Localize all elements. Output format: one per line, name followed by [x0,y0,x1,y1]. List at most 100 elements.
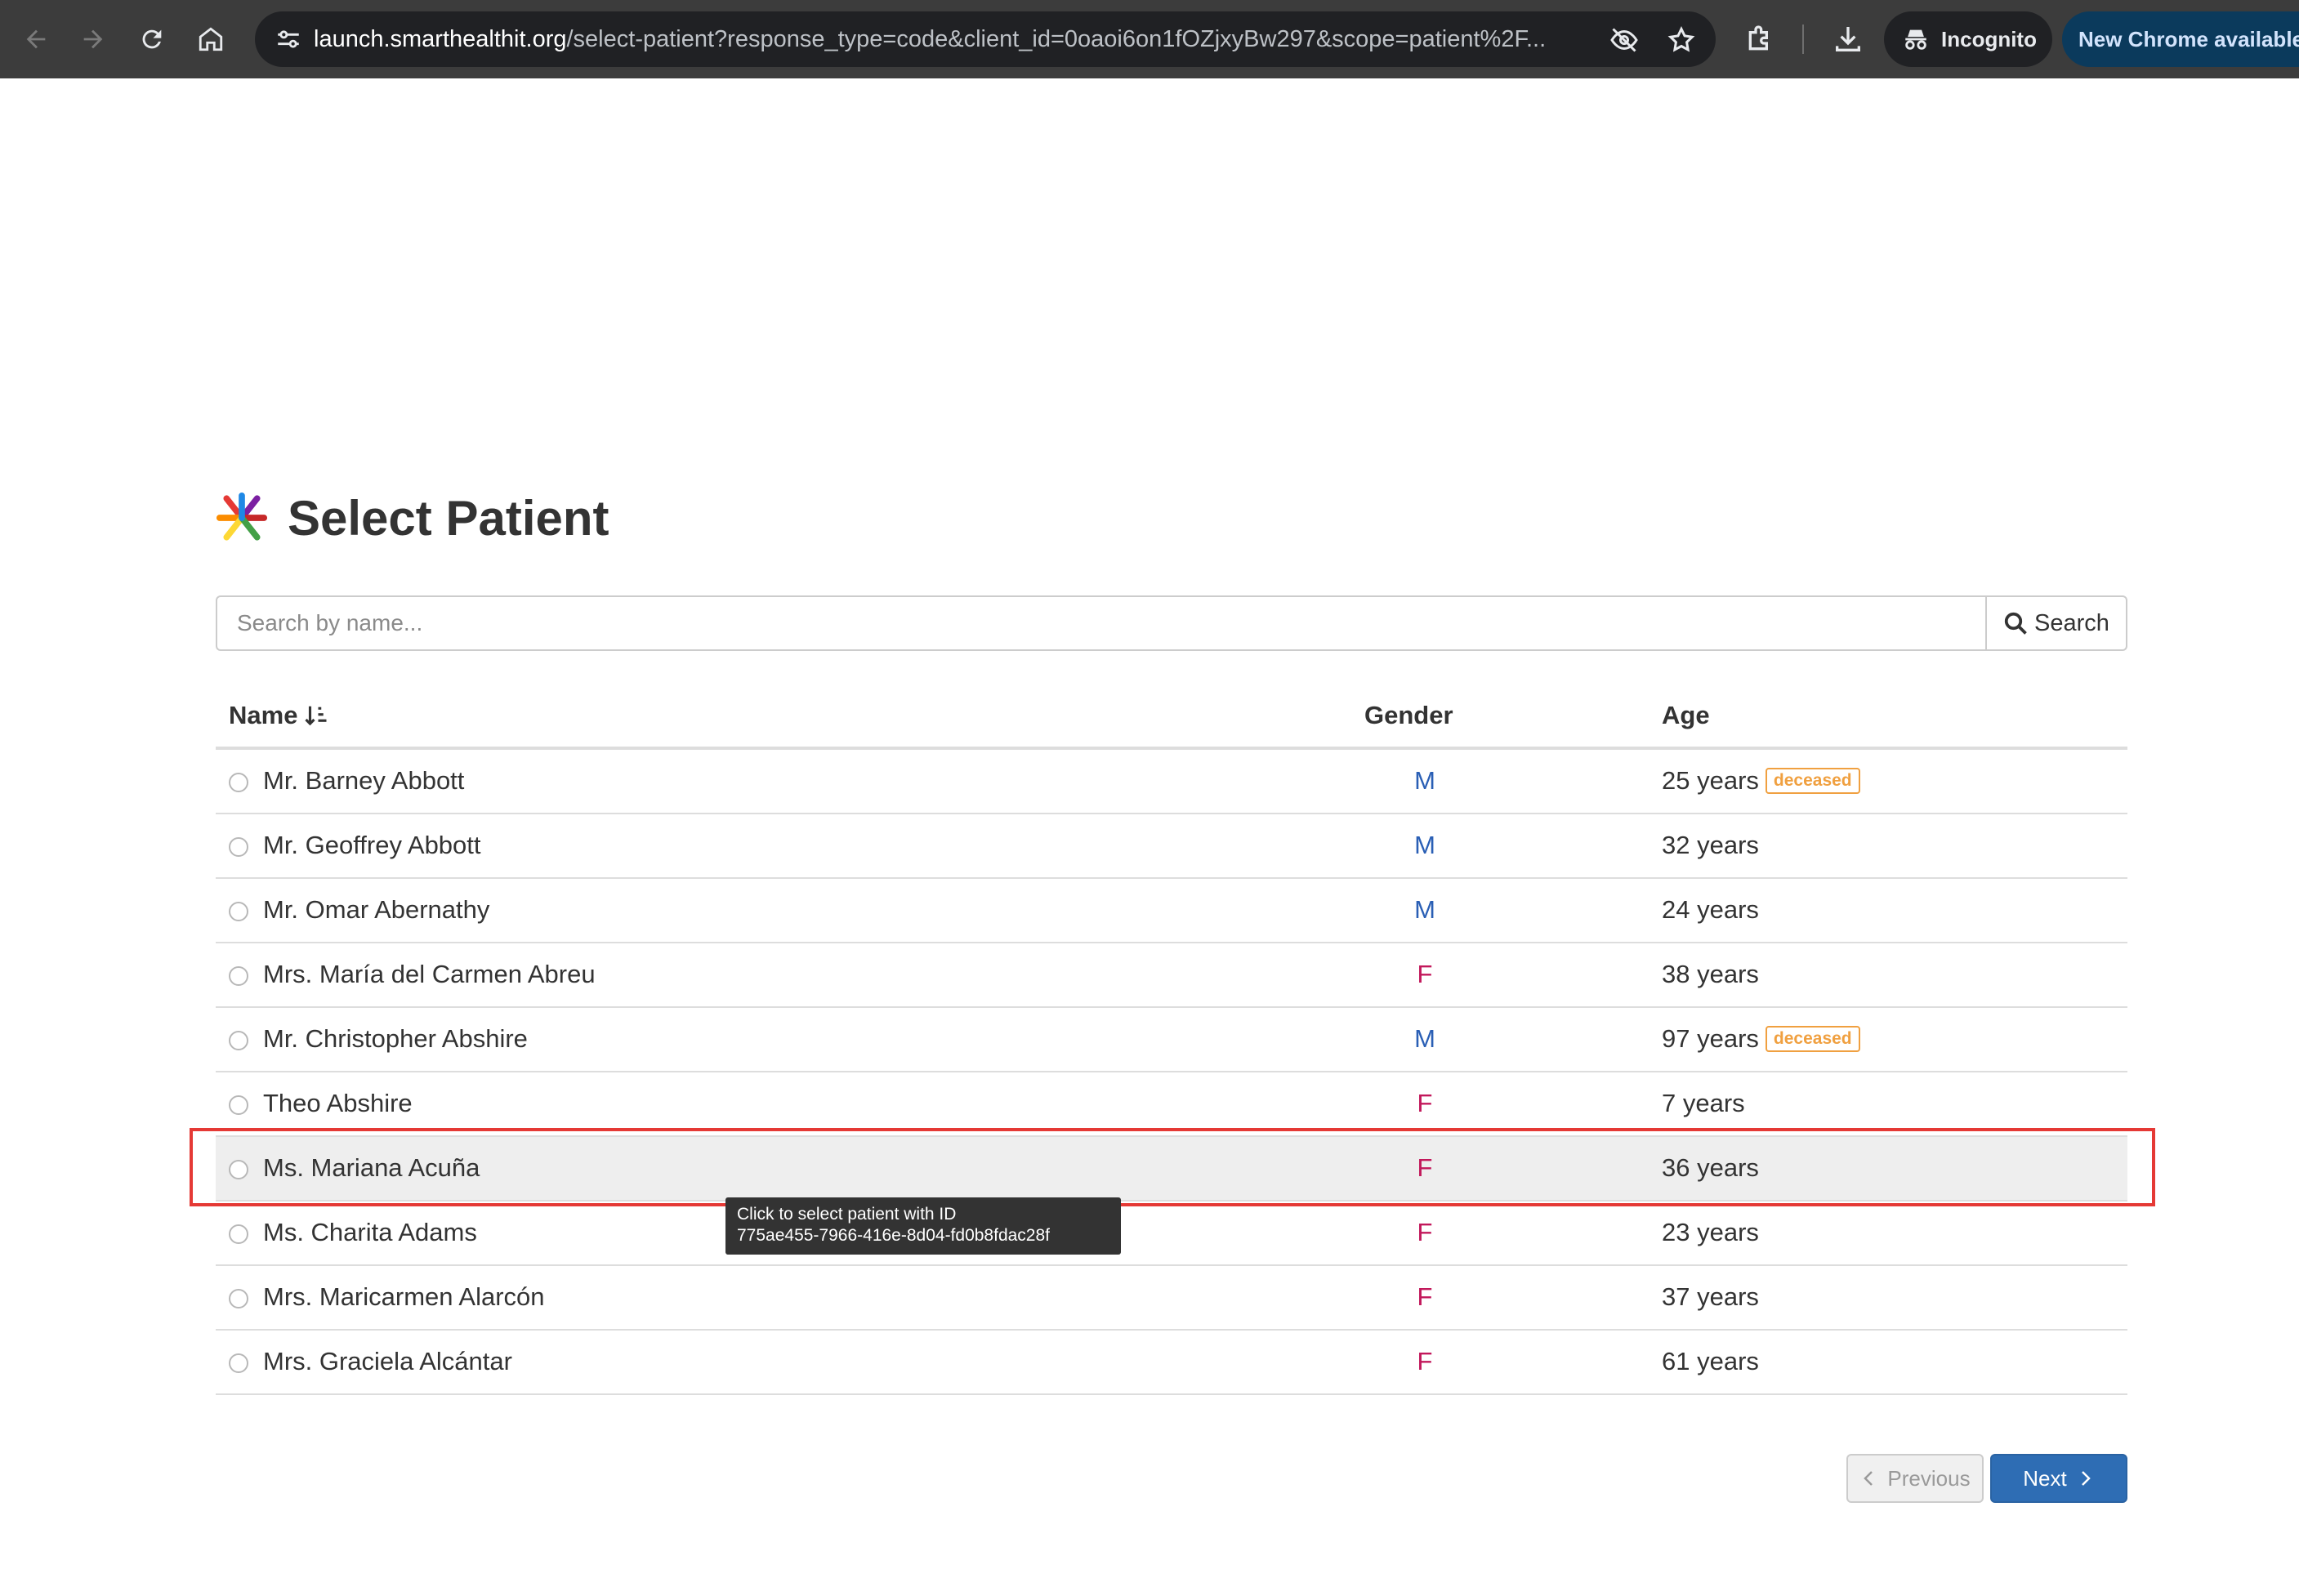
patient-age: 32 years [1662,831,1759,859]
patient-age: 61 years [1662,1347,1759,1375]
table-row[interactable]: Mrs. María del Carmen Abreu F 38 years [216,943,2127,1008]
patient-age-cell: 61 years [1662,1347,1759,1376]
tooltip-line-1: Click to select patient with ID [737,1205,957,1224]
url-host: launch.smarthealthit.org [314,26,567,52]
patient-age-cell: 24 years [1662,895,1759,925]
incognito-indicator[interactable]: Incognito [1884,11,2052,67]
star-icon[interactable] [1667,25,1696,55]
patient-age: 7 years [1662,1089,1745,1117]
column-header-name[interactable]: Name [229,701,328,730]
table-row[interactable]: Mr. Christopher Abshire M 97 years deceased [216,1008,2127,1072]
patient-name: Mrs. Maricarmen Alarcón [263,1282,545,1311]
column-header-name-label: Name [229,701,298,729]
chevron-left-icon [1864,1471,1873,1486]
forward-arrow-icon [83,29,103,49]
reload-button[interactable] [132,20,172,59]
search-button[interactable]: Search [1987,595,2127,651]
sort-icon[interactable] [304,703,328,728]
site-settings-icon[interactable] [275,25,302,53]
table-row[interactable]: Mr. Geoffrey Abbott M 32 years [216,814,2127,879]
patient-age: 25 years [1662,766,1759,795]
download-icon[interactable] [1832,23,1864,56]
table-row[interactable]: Mrs. Graciela Alcántar F 61 years [216,1331,2127,1395]
reload-icon [142,29,162,49]
patient-radio[interactable] [229,1289,248,1308]
patient-age-cell: 7 years [1662,1089,1745,1118]
patient-gender: F [1417,1282,1433,1311]
patient-gender: M [1414,766,1435,795]
patient-radio[interactable] [229,837,248,857]
patient-gender: M [1414,1024,1435,1053]
url-path: /select-patient?response_type=code&clien… [566,26,1547,52]
next-button[interactable]: Next [1990,1454,2127,1503]
patient-age-cell: 32 years [1662,831,1759,860]
patient-name: Ms. Charita Adams [263,1218,477,1246]
patient-age-cell: 23 years [1662,1218,1759,1247]
address-bar[interactable]: launch.smarthealthit.org/select-patient?… [255,11,1716,67]
patient-gender: F [1417,960,1433,988]
previous-button-label: Previous [1887,1465,1971,1491]
patient-radio[interactable] [229,1031,248,1050]
url-text[interactable]: launch.smarthealthit.org/select-patient?… [314,11,1605,67]
patient-name: Mrs. Graciela Alcántar [263,1347,512,1375]
patient-radio[interactable] [229,902,248,921]
previous-button[interactable]: Previous [1846,1454,1984,1503]
patient-id-tooltip: Click to select patient with ID 775ae455… [725,1197,1121,1255]
patient-gender: F [1417,1347,1433,1375]
chrome-update-label: New Chrome available [2078,26,2299,51]
patient-table: Name Gender Age Mr. Barney Abbott M 25 yea… [216,686,2127,1395]
patient-name: Mr. Christopher Abshire [263,1024,528,1053]
forward-button[interactable] [74,20,113,59]
tooltip-patient-id: 775ae455-7966-416e-8d04-fd0b8fdac28f [737,1226,1050,1245]
search-bar: Search [216,595,2127,651]
search-button-label: Search [2034,609,2109,636]
patient-age: 38 years [1662,960,1759,988]
back-arrow-icon [26,29,46,49]
smart-logo-icon [216,492,268,541]
chevron-right-icon [2081,1471,2091,1486]
home-icon [199,27,223,51]
table-row[interactable]: Ms. Charita Adams F 23 years [216,1201,2127,1266]
eye-off-icon[interactable] [1609,25,1639,55]
patient-radio[interactable] [229,966,248,986]
patient-age: 24 years [1662,895,1759,924]
patient-radio[interactable] [229,1353,248,1373]
table-row[interactable]: Mrs. Maricarmen Alarcón F 37 years [216,1266,2127,1331]
patient-gender: F [1417,1089,1433,1117]
patient-gender: M [1414,895,1435,924]
patient-gender: M [1414,831,1435,859]
patient-name: Mrs. María del Carmen Abreu [263,960,596,988]
patient-radio[interactable] [229,1095,248,1115]
patient-age: 23 years [1662,1218,1759,1246]
patient-gender: F [1417,1218,1433,1246]
patient-name: Mr. Geoffrey Abbott [263,831,481,859]
chrome-update-button[interactable]: New Chrome available [2062,11,2299,67]
page-header: Select Patient [214,485,609,551]
incognito-label: Incognito [1941,26,2037,51]
search-icon [2004,612,2027,635]
table-body: Mr. Barney Abbott M 25 years deceased Mr. Ge… [216,750,2127,1395]
patient-age: 37 years [1662,1282,1759,1311]
patient-name: Mr. Omar Abernathy [263,895,490,924]
table-row[interactable]: Mr. Barney Abbott M 25 years deceased [216,750,2127,814]
patient-age-cell: 25 years deceased [1662,766,1860,796]
patient-age-cell: 37 years [1662,1282,1759,1312]
home-button[interactable] [191,20,230,59]
patient-radio[interactable] [229,1224,248,1244]
search-input[interactable] [216,595,1987,651]
extensions-icon[interactable] [1743,23,1776,56]
column-header-age: Age [1662,701,1710,729]
toolbar-divider [1802,25,1804,54]
column-header-gender: Gender [1364,701,1453,729]
browser-toolbar: launch.smarthealthit.org/select-patient?… [0,0,2299,78]
patient-name: Mr. Barney Abbott [263,766,465,795]
table-header: Name Gender Age [216,686,2127,750]
back-button[interactable] [16,20,56,59]
patient-radio[interactable] [229,773,248,792]
patient-name: Theo Abshire [263,1089,413,1117]
patient-age-cell: 38 years [1662,960,1759,989]
table-row[interactable]: Mr. Omar Abernathy M 24 years [216,879,2127,943]
page-title: Select Patient [288,490,609,546]
patient-age-cell: 97 years deceased [1662,1024,1860,1054]
selection-highlight-outline [190,1128,2155,1206]
